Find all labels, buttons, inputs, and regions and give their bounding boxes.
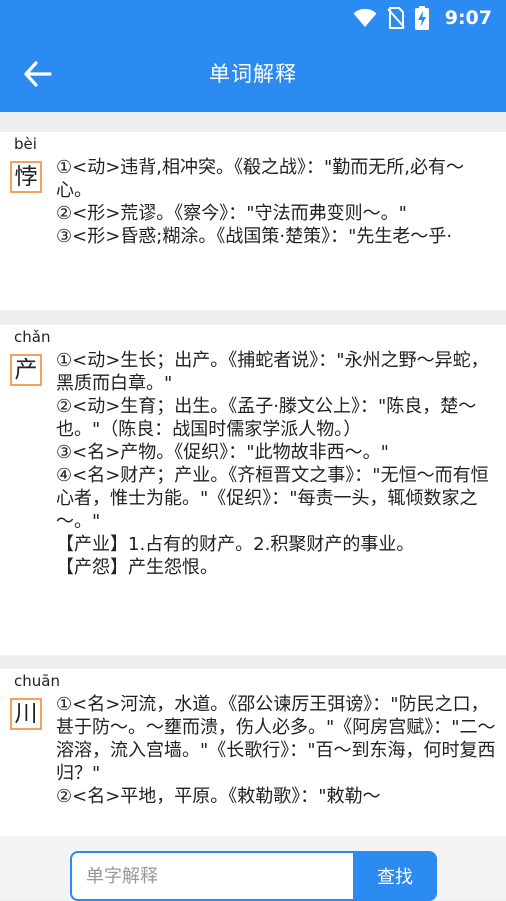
definition-line: 【产怨】产生怨恨。 bbox=[56, 557, 218, 578]
definition-line: ①<名>河流，水道。《邵公谏厉王弭谤》："防民之口，甚于防～。～壅而溃，伤人必多… bbox=[56, 694, 496, 784]
definition-line: ①<动>违背,相冲突。《殽之战》："勤而无所,必有～心。 bbox=[56, 157, 465, 201]
search-button[interactable]: 查找 bbox=[353, 851, 437, 901]
app-bar: 单词解释 bbox=[0, 36, 506, 112]
definition-line: ②<形>荒谬。《察今》："守法而弗变则～。" bbox=[56, 203, 407, 224]
definition-line: 【产业】1.占有的财产。2.积聚财产的事业。 bbox=[56, 534, 415, 555]
search-input[interactable] bbox=[70, 851, 354, 901]
character-box: 悖 bbox=[10, 161, 42, 193]
search-bar: 查找 bbox=[0, 836, 506, 901]
status-bar: 9:07 bbox=[0, 0, 506, 36]
definitions: ①<动>生长；出产。《捕蛇者说》："永州之野～异蛇，黑质而白章。" ②<动>生育… bbox=[56, 349, 500, 579]
status-icons: 9:07 bbox=[353, 6, 492, 30]
character-box: 产 bbox=[10, 354, 42, 386]
entry-card[interactable]: chǎn 产 ①<动>生长；出产。《捕蛇者说》："永州之野～异蛇，黑质而白章。"… bbox=[0, 325, 506, 655]
entry-card[interactable]: bèi 悖 ①<动>违背,相冲突。《殽之战》："勤而无所,必有～心。 ②<形>荒… bbox=[0, 132, 506, 310]
battery-charging-icon bbox=[414, 6, 429, 30]
definitions: ①<名>河流，水道。《邵公谏厉王弭谤》："防民之口，甚于防～。～壅而溃，伤人必多… bbox=[56, 693, 500, 808]
entry-card[interactable]: chuān 川 ①<名>河流，水道。《邵公谏厉王弭谤》："防民之口，甚于防～。～… bbox=[0, 669, 506, 836]
no-sim-icon bbox=[386, 7, 405, 29]
pinyin: chǎn bbox=[14, 328, 51, 346]
character-box: 川 bbox=[10, 698, 42, 730]
pinyin: bèi bbox=[14, 135, 37, 153]
definition-line: ③<形>昏惑;糊涂。《战国策·楚策》："先生老～乎· bbox=[56, 226, 453, 247]
definitions: ①<动>违背,相冲突。《殽之战》："勤而无所,必有～心。 ②<形>荒谬。《察今》… bbox=[56, 156, 500, 248]
definition-line: ①<动>生长；出产。《捕蛇者说》："永州之野～异蛇，黑质而白章。" bbox=[56, 350, 489, 394]
wifi-icon bbox=[353, 8, 377, 28]
status-time: 9:07 bbox=[444, 7, 492, 29]
definition-line: ②<名>平地，平原。《敕勒歌》："敕勒～ bbox=[56, 786, 381, 807]
pinyin: chuān bbox=[14, 672, 60, 690]
definition-line: ③<名>产物。《促织》："此物故非西～。" bbox=[56, 442, 389, 463]
definition-line: ④<名>财产；产业。《齐桓晋文之事》："无恒～而有恒心者，惟士为能。"《促织》：… bbox=[56, 465, 489, 532]
page-title: 单词解释 bbox=[209, 62, 297, 86]
definition-line: ②<动>生育；出生。《孟子·滕文公上》："陈良，楚～也。"（陈良：战国时儒家学派… bbox=[56, 396, 477, 440]
entries-list[interactable]: bèi 悖 ①<动>违背,相冲突。《殽之战》："勤而无所,必有～心。 ②<形>荒… bbox=[0, 112, 506, 836]
